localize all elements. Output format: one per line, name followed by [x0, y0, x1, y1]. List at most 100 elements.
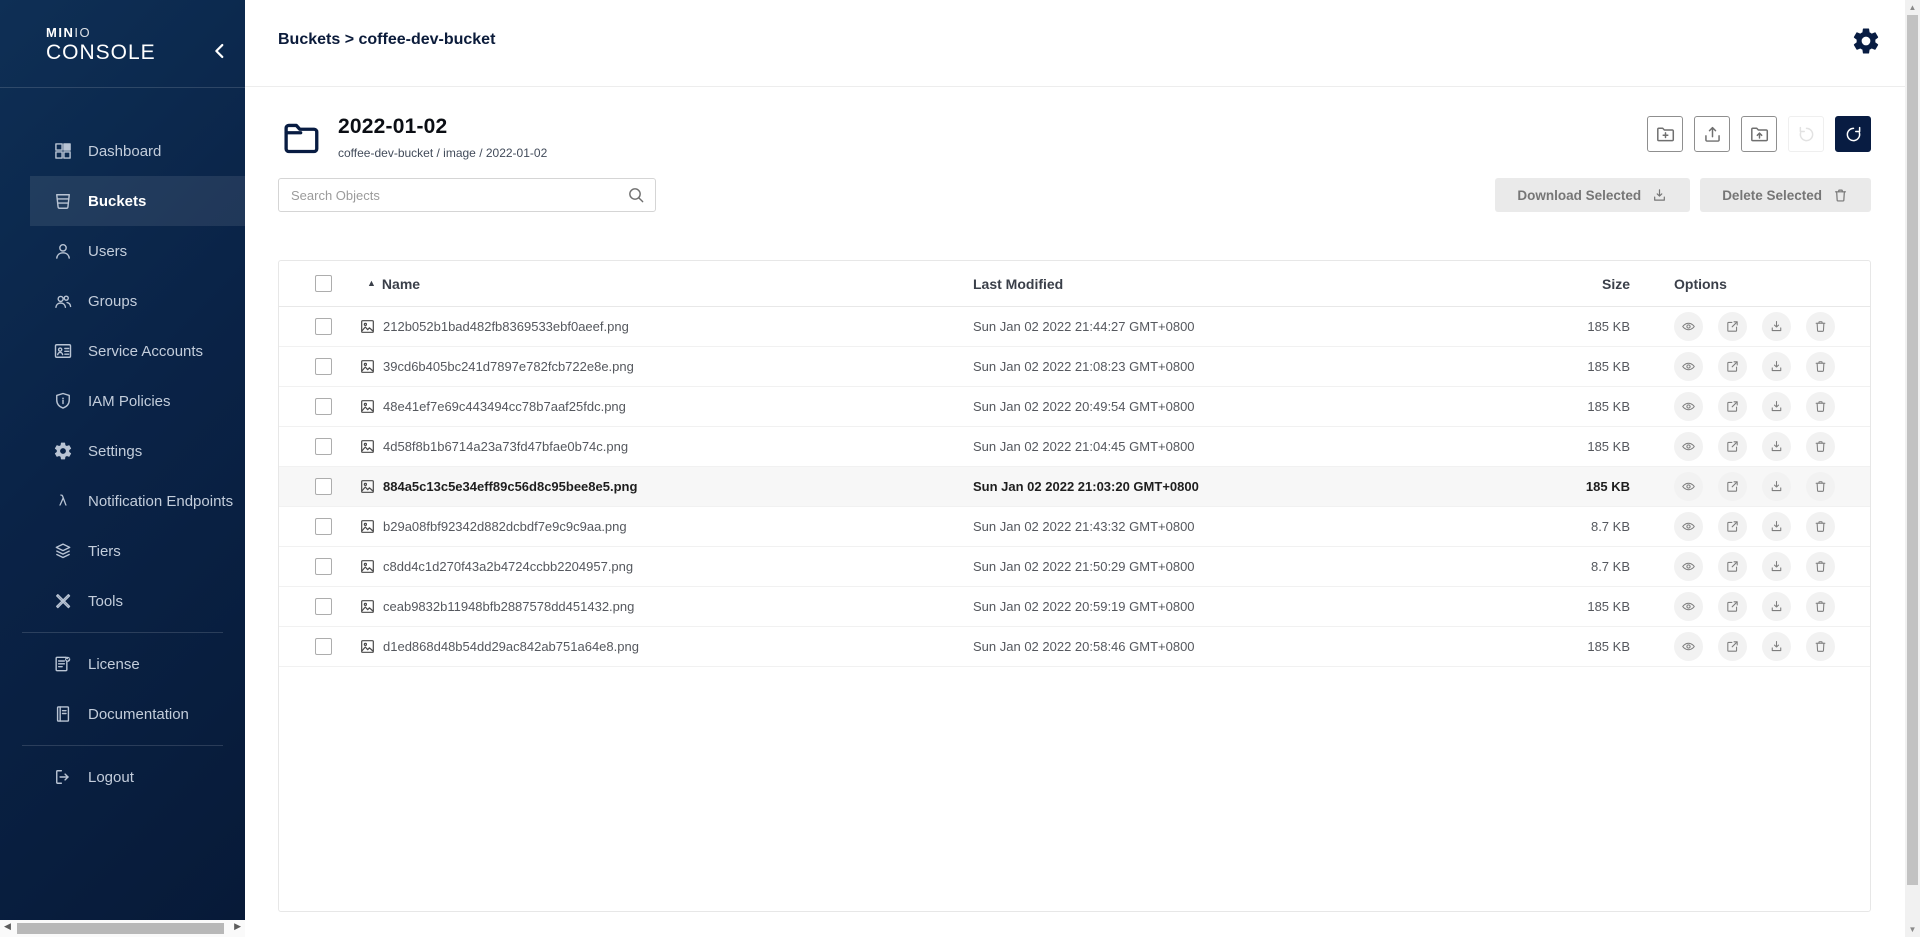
table-row[interactable]: d1ed868d48b54dd29ac842ab751a64e8.png Sun… — [279, 627, 1870, 667]
delete-button[interactable] — [1806, 392, 1835, 421]
sidebar-item-groups[interactable]: Groups — [0, 276, 245, 326]
preview-button[interactable] — [1674, 512, 1703, 541]
sidebar-collapse-button[interactable] — [209, 40, 231, 62]
sidebar-item-notification-endpoints[interactable]: λ Notification Endpoints — [0, 476, 245, 526]
sidebar-item-label: Dashboard — [88, 143, 161, 160]
row-checkbox[interactable] — [315, 638, 332, 655]
delete-button[interactable] — [1806, 552, 1835, 581]
table-row[interactable]: 212b052b1bad482fb8369533ebf0aeef.png Sun… — [279, 307, 1870, 347]
download-selected-button[interactable]: Download Selected — [1495, 178, 1690, 212]
horizontal-scrollbar-thumb[interactable] — [17, 923, 224, 934]
object-name: d1ed868d48b54dd29ac842ab751a64e8.png — [383, 639, 639, 654]
console-settings-button[interactable] — [1851, 26, 1881, 56]
objects-table-card: ▲ Name Last Modified Size Options 212b05… — [278, 260, 1871, 912]
download-button[interactable] — [1762, 432, 1791, 461]
column-header-name[interactable]: ▲ Name — [349, 276, 973, 292]
row-checkbox[interactable] — [315, 438, 332, 455]
download-button[interactable] — [1762, 512, 1791, 541]
sidebar-item-users[interactable]: Users — [0, 226, 245, 276]
upload-file-button[interactable] — [1694, 116, 1730, 152]
row-checkbox[interactable] — [315, 358, 332, 375]
preview-button[interactable] — [1674, 392, 1703, 421]
select-all-checkbox[interactable] — [315, 275, 332, 292]
download-button[interactable] — [1762, 632, 1791, 661]
sidebar-item-iam-policies[interactable]: IAM Policies — [0, 376, 245, 426]
preview-button[interactable] — [1674, 552, 1703, 581]
search-input[interactable] — [278, 178, 656, 212]
delete-button[interactable] — [1806, 432, 1835, 461]
sidebar-item-license[interactable]: License — [0, 639, 245, 689]
table-row[interactable]: b29a08fbf92342d882dcbdf7e9c9c9aa.png Sun… — [279, 507, 1870, 547]
row-checkbox[interactable] — [315, 558, 332, 575]
row-checkbox[interactable] — [315, 478, 332, 495]
share-button[interactable] — [1718, 632, 1747, 661]
vertical-scrollbar[interactable]: ▲ ▼ — [1905, 0, 1920, 937]
create-new-path-button[interactable] — [1647, 116, 1683, 152]
download-icon — [1769, 639, 1784, 654]
download-button[interactable] — [1762, 392, 1791, 421]
scroll-left-arrow[interactable]: ◀ — [4, 921, 11, 932]
rewind-button[interactable] — [1788, 116, 1824, 152]
column-header-last-modified[interactable]: Last Modified — [973, 276, 1443, 292]
download-button[interactable] — [1762, 352, 1791, 381]
table-row[interactable]: 39cd6b405bc241d7897e782fcb722e8e.png Sun… — [279, 347, 1870, 387]
row-checkbox[interactable] — [315, 398, 332, 415]
preview-button[interactable] — [1674, 632, 1703, 661]
horizontal-scrollbar[interactable]: ◀ ▶ — [0, 920, 245, 937]
sidebar-item-dashboard[interactable]: Dashboard — [0, 126, 245, 176]
preview-button[interactable] — [1674, 432, 1703, 461]
share-button[interactable] — [1718, 432, 1747, 461]
sidebar-item-tools[interactable]: Tools — [0, 576, 245, 626]
download-button[interactable] — [1762, 312, 1791, 341]
share-button[interactable] — [1718, 552, 1747, 581]
sidebar-item-logout[interactable]: Logout — [0, 752, 245, 802]
iam-policies-icon — [53, 391, 73, 411]
delete-button[interactable] — [1806, 632, 1835, 661]
download-button[interactable] — [1762, 592, 1791, 621]
row-checkbox[interactable] — [315, 598, 332, 615]
delete-button[interactable] — [1806, 472, 1835, 501]
preview-button[interactable] — [1674, 592, 1703, 621]
delete-selected-label: Delete Selected — [1722, 188, 1822, 203]
vertical-scrollbar-thumb[interactable] — [1907, 15, 1918, 885]
delete-selected-button[interactable]: Delete Selected — [1700, 178, 1871, 212]
row-checkbox[interactable] — [315, 318, 332, 335]
preview-button[interactable] — [1674, 472, 1703, 501]
sidebar-item-tiers[interactable]: Tiers — [0, 526, 245, 576]
scroll-up-arrow[interactable]: ▲ — [1905, 3, 1920, 12]
share-button[interactable] — [1718, 472, 1747, 501]
table-header-row: ▲ Name Last Modified Size Options — [279, 261, 1870, 307]
table-row[interactable]: 4d58f8b1b6714a23a73fd47bfae0b74c.png Sun… — [279, 427, 1870, 467]
sidebar-item-settings[interactable]: Settings — [0, 426, 245, 476]
table-row[interactable]: 48e41ef7e69c443494cc78b7aaf25fdc.png Sun… — [279, 387, 1870, 427]
sidebar-item-buckets[interactable]: Buckets — [0, 176, 245, 226]
table-row[interactable]: 884a5c13c5e34eff89c56d8c95bee8e5.png Sun… — [279, 467, 1870, 507]
image-file-icon — [359, 518, 376, 535]
row-checkbox[interactable] — [315, 518, 332, 535]
download-button[interactable] — [1762, 552, 1791, 581]
share-button[interactable] — [1718, 312, 1747, 341]
scroll-right-arrow[interactable]: ▶ — [234, 921, 241, 932]
delete-button[interactable] — [1806, 352, 1835, 381]
share-button[interactable] — [1718, 592, 1747, 621]
share-button[interactable] — [1718, 392, 1747, 421]
scroll-down-arrow[interactable]: ▼ — [1905, 925, 1920, 934]
share-button[interactable] — [1718, 352, 1747, 381]
delete-button[interactable] — [1806, 592, 1835, 621]
eye-icon — [1681, 319, 1696, 334]
table-row[interactable]: c8dd4c1d270f43a2b4724ccbb2204957.png Sun… — [279, 547, 1870, 587]
minio-logo: MINIO CONSOLE — [0, 0, 245, 88]
upload-folder-button[interactable] — [1741, 116, 1777, 152]
delete-button[interactable] — [1806, 512, 1835, 541]
sidebar-item-documentation[interactable]: Documentation — [0, 689, 245, 739]
share-button[interactable] — [1718, 512, 1747, 541]
refresh-button[interactable] — [1835, 116, 1871, 152]
column-header-size[interactable]: Size — [1443, 276, 1640, 292]
sidebar-item-service-accounts[interactable]: Service Accounts — [0, 326, 245, 376]
preview-button[interactable] — [1674, 352, 1703, 381]
preview-button[interactable] — [1674, 312, 1703, 341]
table-row[interactable]: ceab9832b11948bfb2887578dd451432.png Sun… — [279, 587, 1870, 627]
delete-button[interactable] — [1806, 312, 1835, 341]
object-name: 212b052b1bad482fb8369533ebf0aeef.png — [383, 319, 629, 334]
download-button[interactable] — [1762, 472, 1791, 501]
